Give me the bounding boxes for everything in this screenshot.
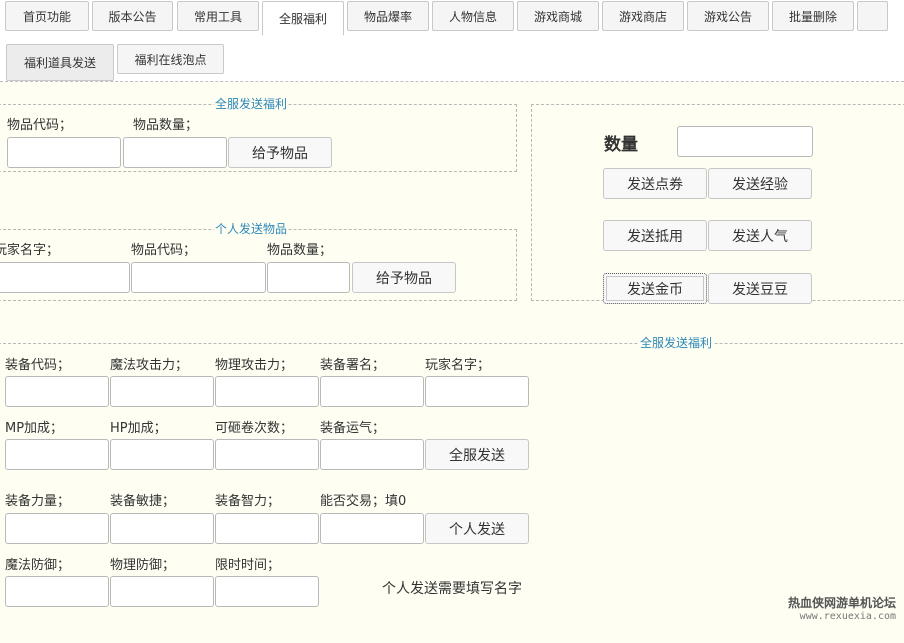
tab-home[interactable]: 首页功能 xyxy=(5,1,89,31)
tradable-label: 能否交易；填0 xyxy=(320,494,407,509)
watermark-url: www.rexuexia.com xyxy=(799,611,896,622)
equip-int-input[interactable] xyxy=(215,513,319,544)
send-personal-button[interactable]: 个人发送 xyxy=(425,513,529,544)
item-code-input[interactable] xyxy=(131,262,266,293)
player-name-label: 玩家名字； xyxy=(0,243,60,258)
physical-attack-label: 物理攻击力； xyxy=(215,358,294,373)
send-all-button[interactable]: 全服发送 xyxy=(425,439,529,470)
send-exp-button[interactable]: 发送经验 xyxy=(708,168,812,199)
item-code-label: 物品代码； xyxy=(7,118,73,133)
tab-version-notice[interactable]: 版本公告 xyxy=(92,1,173,31)
tab-game-mall[interactable]: 游戏商城 xyxy=(517,1,599,31)
tab-common-tools[interactable]: 常用工具 xyxy=(177,1,259,31)
item-qty-label: 物品数量； xyxy=(133,118,199,133)
mp-bonus-input[interactable] xyxy=(5,439,109,470)
equip-dex-label: 装备敏捷； xyxy=(110,494,176,509)
item-code-label: 物品代码； xyxy=(131,243,197,258)
equip-sign-label: 装备署名； xyxy=(320,358,386,373)
equip-str-label: 装备力量； xyxy=(5,494,71,509)
physical-def-input[interactable] xyxy=(110,576,214,607)
scroll-count-label: 可砸卷次数； xyxy=(215,421,294,436)
magic-attack-input[interactable] xyxy=(110,376,214,407)
hp-bonus-input[interactable] xyxy=(110,439,214,470)
item-qty-input[interactable] xyxy=(123,137,227,168)
sub-tab-bar: 福利道具发送 福利在线泡点 xyxy=(0,36,904,82)
equip-luck-label: 装备运气； xyxy=(320,421,386,436)
subtab-online-points[interactable]: 福利在线泡点 xyxy=(117,44,224,74)
player-name-input[interactable] xyxy=(0,262,130,293)
quantity-label: 数量 xyxy=(604,135,638,155)
send-beans-button[interactable]: 发送豆豆 xyxy=(708,273,812,304)
equip-luck-input[interactable] xyxy=(320,439,424,470)
tab-game-shop[interactable]: 游戏商店 xyxy=(602,1,684,31)
physical-attack-input[interactable] xyxy=(215,376,319,407)
item-qty-label: 物品数量； xyxy=(267,243,333,258)
name-required-note: 个人发送需要填写名字 xyxy=(382,581,522,597)
fieldset-legend: 全服发送福利 xyxy=(639,336,714,351)
tab-server-welfare[interactable]: 全服福利 xyxy=(262,1,344,36)
equip-dex-input[interactable] xyxy=(110,513,214,544)
equip-str-input[interactable] xyxy=(5,513,109,544)
physical-def-label: 物理防御； xyxy=(110,558,176,573)
scroll-count-input[interactable] xyxy=(215,439,319,470)
watermark: 热血侠网游单机论坛 www.rexuexia.com xyxy=(788,597,896,623)
player-name-label: 玩家名字； xyxy=(425,358,491,373)
time-limit-label: 限时时间； xyxy=(215,558,281,573)
fieldset-legend: 全服发送福利 xyxy=(214,97,289,112)
item-qty-input[interactable] xyxy=(267,262,350,293)
magic-def-input[interactable] xyxy=(5,576,109,607)
subtab-item-send[interactable]: 福利道具发送 xyxy=(6,44,114,81)
time-limit-input[interactable] xyxy=(215,576,319,607)
top-tab-bar: 首页功能 版本公告 常用工具 全服福利 物品爆率 人物信息 游戏商城 游戏商店 … xyxy=(0,0,904,37)
item-code-input[interactable] xyxy=(7,137,121,168)
tab-more[interactable] xyxy=(857,1,888,31)
tab-character-info[interactable]: 人物信息 xyxy=(432,1,514,31)
equip-int-label: 装备智力； xyxy=(215,494,281,509)
equip-code-input[interactable] xyxy=(5,376,109,407)
give-item-button[interactable]: 给予物品 xyxy=(352,262,456,293)
send-popularity-button[interactable]: 发送人气 xyxy=(708,220,812,251)
magic-def-label: 魔法防御； xyxy=(5,558,71,573)
tab-batch-delete[interactable]: 批量删除 xyxy=(772,1,854,31)
mp-bonus-label: MP加成； xyxy=(5,421,64,436)
give-item-button[interactable]: 给予物品 xyxy=(228,137,332,168)
tab-drop-rate[interactable]: 物品爆率 xyxy=(347,1,429,31)
send-points-button[interactable]: 发送点券 xyxy=(603,168,707,199)
tradable-input[interactable] xyxy=(320,513,424,544)
fieldset-legend: 个人发送物品 xyxy=(214,222,289,237)
magic-attack-label: 魔法攻击力； xyxy=(110,358,189,373)
send-gold-button[interactable]: 发送金币 xyxy=(603,273,707,304)
equip-code-label: 装备代码； xyxy=(5,358,71,373)
send-voucher-button[interactable]: 发送抵用 xyxy=(603,220,707,251)
watermark-title: 热血侠网游单机论坛 xyxy=(787,596,896,610)
hp-bonus-label: HP加成； xyxy=(110,421,167,436)
tab-game-notice[interactable]: 游戏公告 xyxy=(687,1,769,31)
equip-sign-input[interactable] xyxy=(320,376,424,407)
quantity-input[interactable] xyxy=(677,126,813,157)
player-name-input[interactable] xyxy=(425,376,529,407)
